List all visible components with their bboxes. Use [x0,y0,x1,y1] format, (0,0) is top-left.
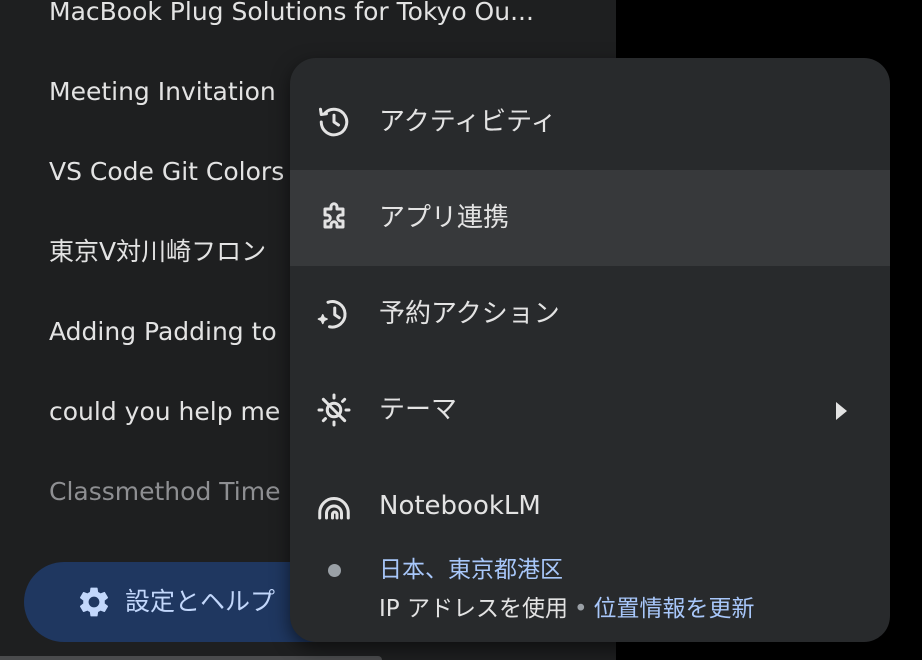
menu-item-scheduled-actions[interactable]: 予約アクション [290,266,890,362]
settings-menu: アクティビティ アプリ連携 予約アクション テーマ NotebookLM 日本、… [290,58,890,642]
theme-icon [316,392,352,428]
location-place-link[interactable]: 日本、東京都港区 [379,552,563,588]
notebooklm-icon [316,488,352,524]
extension-icon [316,200,352,236]
recent-chat-item[interactable]: MacBook Plug Solutions for Tokyo Ou... [49,0,589,32]
history-icon [316,104,352,140]
menu-item-label: 予約アクション [379,299,560,329]
menu-item-activity[interactable]: アクティビティ [290,74,890,170]
menu-item-label: アプリ連携 [379,203,510,233]
location-source-text: IP アドレスを使用 [379,596,568,622]
menu-item-label: テーマ [379,395,458,425]
app-window: MacBook Plug Solutions for Tokyo Ou... M… [0,0,922,660]
menu-item-notebooklm[interactable]: NotebookLM [290,458,890,554]
scheduled-actions-icon [316,296,352,332]
update-location-link[interactable]: 位置情報を更新 [594,596,755,622]
location-source: IP アドレスを使用 • 位置情報を更新 [379,591,755,627]
settings-and-help-label: 設定とヘルプ [125,587,276,616]
submenu-arrow-icon [836,402,847,420]
menu-item-theme[interactable]: テーマ [290,362,890,458]
location-info: 日本、東京都港区 IP アドレスを使用 • 位置情報を更新 [290,548,890,628]
menu-item-label: NotebookLM [379,491,541,521]
gear-icon [76,584,112,620]
menu-item-apps[interactable]: アプリ連携 [290,170,890,266]
location-dot-icon [328,564,341,577]
location-separator: • [573,596,588,622]
bottom-scrollbar[interactable] [0,656,382,660]
menu-item-label: アクティビティ [379,107,557,137]
